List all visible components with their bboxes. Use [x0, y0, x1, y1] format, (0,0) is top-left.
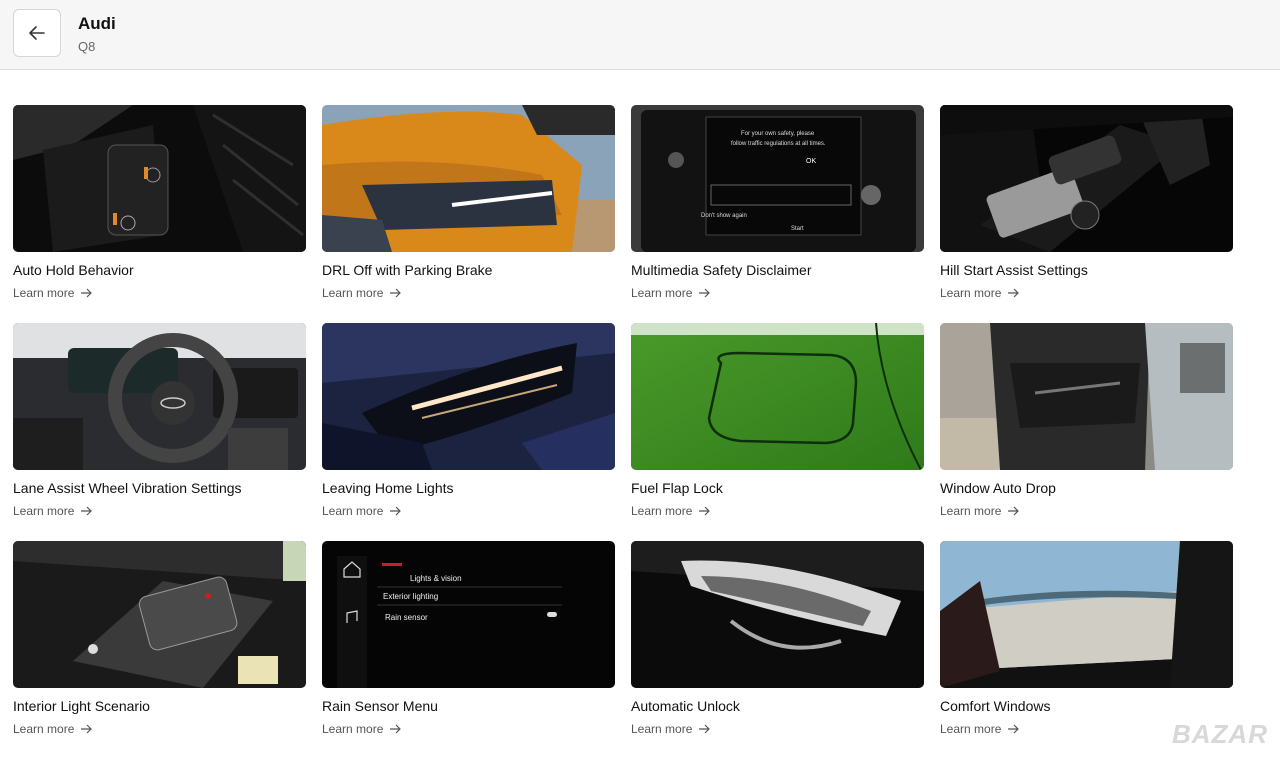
page-subtitle: Q8 [78, 39, 96, 54]
learn-more-link[interactable]: Learn more [13, 504, 93, 518]
feature-card[interactable]: Auto Hold Behavior Learn more [13, 105, 306, 323]
learn-more-link[interactable]: Learn more [940, 722, 1020, 736]
back-button[interactable] [13, 9, 61, 57]
learn-more-label: Learn more [322, 286, 384, 300]
learn-more-label: Learn more [631, 722, 693, 736]
arrow-right-icon [81, 288, 93, 298]
card-image [631, 323, 924, 470]
card-title: Auto Hold Behavior [13, 262, 134, 278]
start-label: Start [791, 226, 804, 232]
learn-more-label: Learn more [322, 504, 384, 518]
arrow-right-icon [81, 506, 93, 516]
learn-more-link[interactable]: Learn more [322, 504, 402, 518]
menu-item-exterior: Exterior lighting [383, 592, 438, 601]
card-title: Interior Light Scenario [13, 698, 150, 714]
card-image [13, 105, 306, 252]
arrow-right-icon [1008, 724, 1020, 734]
learn-more-link[interactable]: Learn more [13, 722, 93, 736]
disclaimer-line-1: For your own safety, please [741, 131, 815, 137]
feature-card[interactable]: Lane Assist Wheel Vibration Settings Lea… [13, 323, 306, 541]
card-title: Fuel Flap Lock [631, 480, 723, 496]
watermark-logo: BAZAR [1172, 719, 1268, 749]
feature-card[interactable]: DRL Off with Parking Brake Learn more [322, 105, 615, 323]
arrow-right-icon [390, 288, 402, 298]
feature-card[interactable]: Window Auto Drop Learn more [940, 323, 1233, 541]
dont-show-label: Don't show again [701, 213, 747, 219]
learn-more-label: Learn more [940, 286, 1002, 300]
arrow-right-icon [699, 724, 711, 734]
learn-more-link[interactable]: Learn more [631, 722, 711, 736]
feature-card[interactable]: Automatic Unlock Learn more [631, 541, 924, 759]
learn-more-link[interactable]: Learn more [322, 286, 402, 300]
card-title: Lane Assist Wheel Vibration Settings [13, 480, 242, 496]
card-title: Window Auto Drop [940, 480, 1056, 496]
learn-more-label: Learn more [13, 722, 75, 736]
learn-more-label: Learn more [13, 504, 75, 518]
feature-card[interactable]: Hill Start Assist Settings Learn more [940, 105, 1233, 323]
arrow-right-icon [81, 724, 93, 734]
card-image [940, 323, 1233, 470]
feature-grid: Auto Hold Behavior Learn more DRL Off wi… [13, 105, 1233, 759]
arrow-right-icon [1008, 288, 1020, 298]
feature-card[interactable]: Lights & vision Exterior lighting Rain s… [322, 541, 615, 759]
card-title: Comfort Windows [940, 698, 1051, 714]
card-title: Leaving Home Lights [322, 480, 454, 496]
learn-more-label: Learn more [631, 286, 693, 300]
learn-more-label: Learn more [13, 286, 75, 300]
learn-more-link[interactable]: Learn more [940, 504, 1020, 518]
feature-card[interactable]: Leaving Home Lights Learn more [322, 323, 615, 541]
learn-more-label: Learn more [322, 722, 384, 736]
feature-card[interactable]: Interior Light Scenario Learn more [13, 541, 306, 759]
card-image [322, 105, 615, 252]
header-bar: Audi Q8 [0, 0, 1280, 70]
learn-more-link[interactable]: Learn more [322, 722, 402, 736]
learn-more-link[interactable]: Learn more [940, 286, 1020, 300]
card-title: Rain Sensor Menu [322, 698, 438, 714]
learn-more-link[interactable]: Learn more [631, 504, 711, 518]
menu-heading: Lights & vision [410, 574, 462, 583]
feature-card[interactable]: Fuel Flap Lock Learn more [631, 323, 924, 541]
card-title: Multimedia Safety Disclaimer [631, 262, 812, 278]
learn-more-label: Learn more [940, 722, 1002, 736]
arrow-left-icon [29, 26, 45, 40]
card-image [13, 323, 306, 470]
learn-more-label: Learn more [631, 504, 693, 518]
card-title: Automatic Unlock [631, 698, 740, 714]
card-image [631, 541, 924, 688]
learn-more-label: Learn more [940, 504, 1002, 518]
learn-more-link[interactable]: Learn more [13, 286, 93, 300]
arrow-right-icon [1008, 506, 1020, 516]
card-image: For your own safety, please follow traff… [631, 105, 924, 252]
feature-card[interactable]: For your own safety, please follow traff… [631, 105, 924, 323]
card-title: DRL Off with Parking Brake [322, 262, 493, 278]
ok-label: OK [806, 158, 816, 165]
arrow-right-icon [390, 724, 402, 734]
disclaimer-line-2: follow traffic regulations at all times. [731, 141, 826, 147]
card-image: Lights & vision Exterior lighting Rain s… [322, 541, 615, 688]
arrow-right-icon [390, 506, 402, 516]
card-image [13, 541, 306, 688]
card-title: Hill Start Assist Settings [940, 262, 1088, 278]
arrow-right-icon [699, 288, 711, 298]
card-image [940, 541, 1233, 688]
page-title: Audi [78, 14, 116, 33]
menu-item-rain: Rain sensor [385, 613, 428, 622]
learn-more-link[interactable]: Learn more [631, 286, 711, 300]
card-image [940, 105, 1233, 252]
arrow-right-icon [699, 506, 711, 516]
card-image [322, 323, 615, 470]
